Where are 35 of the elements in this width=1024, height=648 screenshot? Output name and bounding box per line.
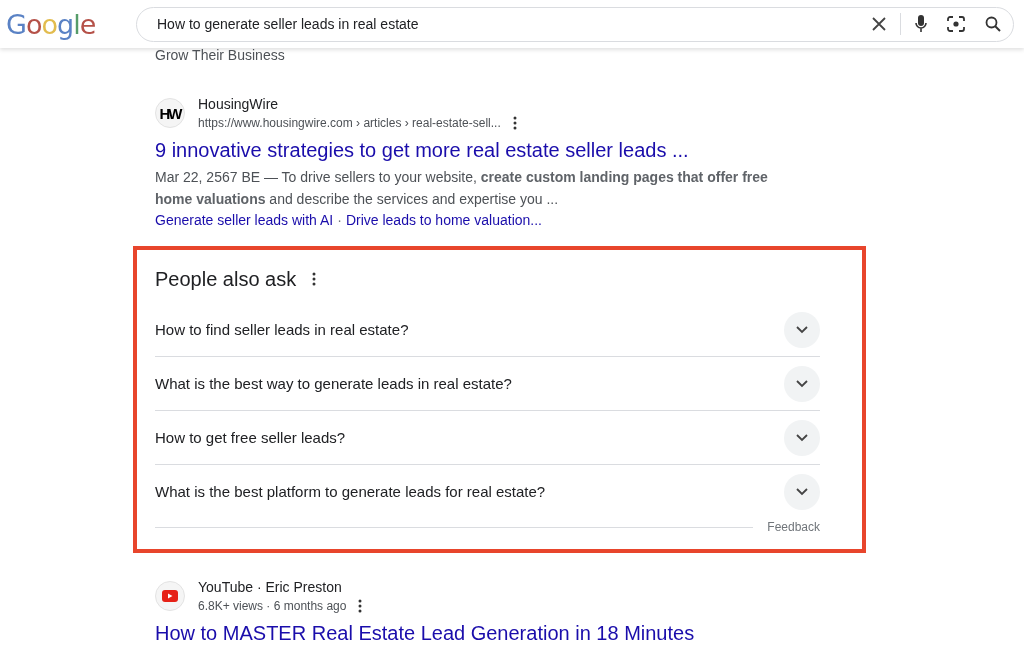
video-meta: 6.8K+ views · 6 months ago: [198, 598, 347, 615]
question-text[interactable]: What is the best way to generate leads in real estate?: [155, 375, 512, 392]
more-options-icon[interactable]: [358, 599, 363, 613]
expand-button[interactable]: [784, 311, 820, 348]
question-text[interactable]: How to get free seller leads?: [155, 429, 346, 446]
question-text[interactable]: What is the best platform to generate leads for real estate?: [155, 483, 546, 500]
chevron-down-icon: [796, 379, 808, 388]
separator-dot: ·: [337, 211, 342, 230]
video-play-icon: [155, 581, 185, 611]
chevron-down-icon: [796, 487, 808, 496]
search-icon[interactable]: [985, 16, 1001, 32]
camera-icon[interactable]: [947, 16, 965, 32]
microphone-icon[interactable]: [915, 15, 927, 33]
chevron-down-icon: [796, 325, 808, 334]
expand-button[interactable]: [784, 365, 820, 402]
result-title-link[interactable]: 9 innovative strategies to get more real estate seller leads ...: [155, 138, 1024, 162]
google-logo[interactable]: Google: [6, 8, 98, 40]
feedback-link[interactable]: Feedback: [767, 520, 820, 534]
expand-button[interactable]: [784, 419, 820, 456]
more-options-icon[interactable]: [512, 116, 517, 130]
expand-button[interactable]: [784, 473, 820, 510]
result-snippet: Mar 22, 2567 BE — To drive sellers to your website, create custom landing pages that offer free home valuations and describe the services and expertise you ...: [155, 168, 769, 209]
more-options-icon[interactable]: [312, 272, 317, 286]
question-text[interactable]: How to find seller leads in real estate?: [155, 321, 409, 338]
site-favicon: HW: [155, 98, 185, 128]
partial-text: Grow Their Business: [155, 47, 286, 63]
site-name: HousingWire: [198, 95, 280, 114]
sitelink[interactable]: Generate seller leads with AI: [155, 210, 334, 230]
site-name: YouTube · Eric Preston: [198, 578, 343, 597]
result-url: https://www.housingwire.com › articles › real-estate-sell...: [198, 115, 501, 132]
section-title: People also ask: [155, 267, 297, 292]
sitelink[interactable]: Drive leads to home valuation...: [345, 210, 542, 230]
result-title-link[interactable]: How to MASTER Real Estate Lead Generation in 18 Minutes: [155, 621, 1024, 645]
close-icon[interactable]: [872, 17, 886, 31]
chevron-down-icon: [796, 433, 808, 442]
